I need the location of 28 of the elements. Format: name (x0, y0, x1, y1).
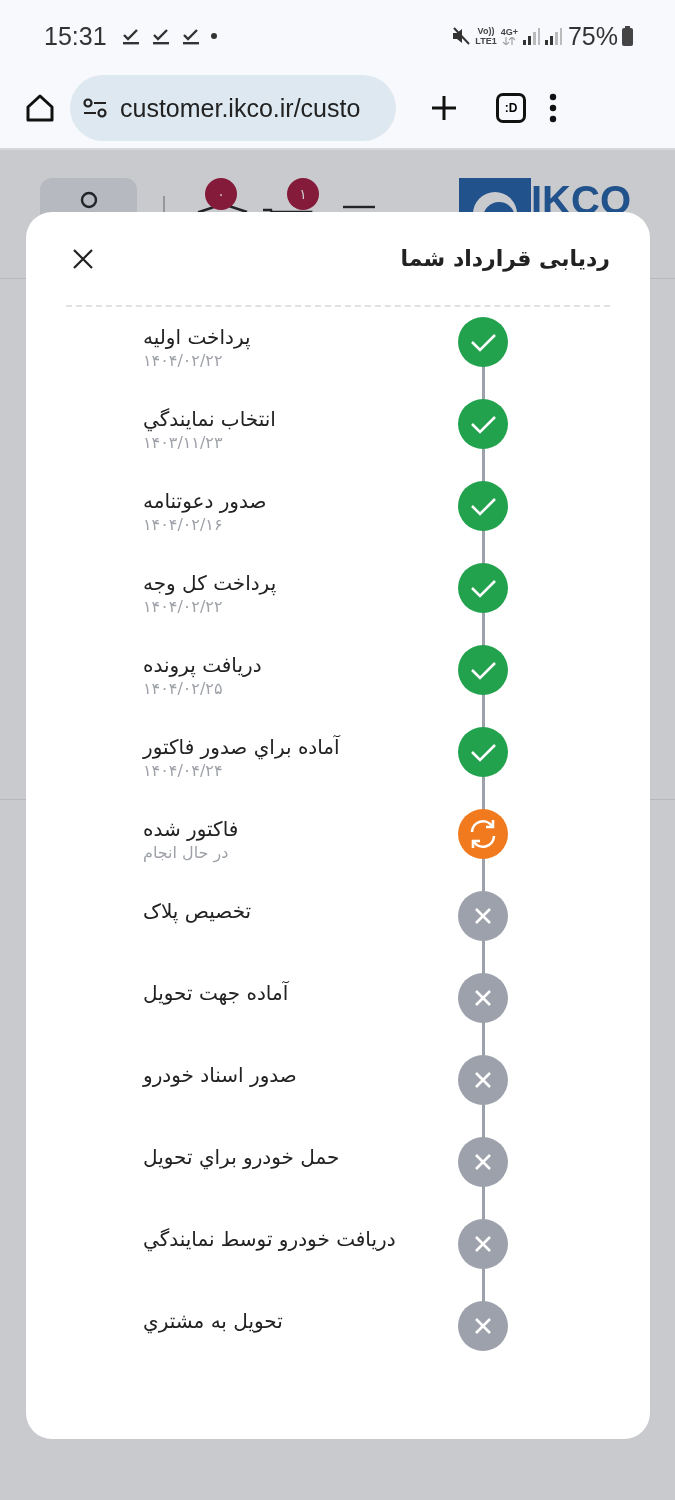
step-label: انتخاب نمايندگي (143, 407, 276, 431)
step-label: تخصیص پلاک (143, 899, 252, 923)
step-date: ۱۴۰۴/۰۲/۲۲ (143, 597, 223, 616)
step-date: ۱۴۰۴/۰۲/۲۵ (143, 679, 223, 698)
step-date: ۱۴۰۳/۱۱/۲۳ (143, 433, 223, 452)
clock: 15:31 (44, 21, 107, 51)
step-label: فاکتور شده (143, 817, 239, 841)
cart-badge: ۱ (287, 178, 319, 210)
modal-title: ردیابی قرارداد شما (400, 246, 610, 271)
step-label: حمل خودرو براي تحویل (143, 1145, 340, 1169)
step-date: ۱۴۰۴/۰۲/۲۲ (143, 351, 223, 370)
data-type-label: 4G+ (500, 27, 518, 37)
step-label: صدور اسناد خودرو (143, 1063, 297, 1087)
bag-badge: ۰ (205, 178, 237, 210)
step-label: صدور دعوتنامه (143, 489, 267, 513)
step-date: ۱۴۰۴/۰۴/۲۴ (143, 761, 223, 780)
step-date: در حال انجام (143, 843, 229, 862)
step-date: ۱۴۰۴/۰۲/۱۶ (143, 515, 223, 534)
step-label: پرداخت اولیه (143, 325, 251, 349)
step-label: تحویل به مشتري (143, 1309, 283, 1333)
step-label: دریافت پرونده (143, 653, 262, 677)
step-label: آماده براي صدور فاکتور (143, 735, 340, 759)
volte-label: Vo)) (477, 26, 495, 36)
lte-label: LTE1 (475, 36, 497, 46)
step-label: آماده جهت تحویل (143, 981, 289, 1005)
step-label: پرداخت کل وجه (143, 571, 277, 595)
battery-percent: 75% (567, 21, 618, 51)
step-label: دریافت خودرو توسط نمايندگي (143, 1227, 396, 1251)
